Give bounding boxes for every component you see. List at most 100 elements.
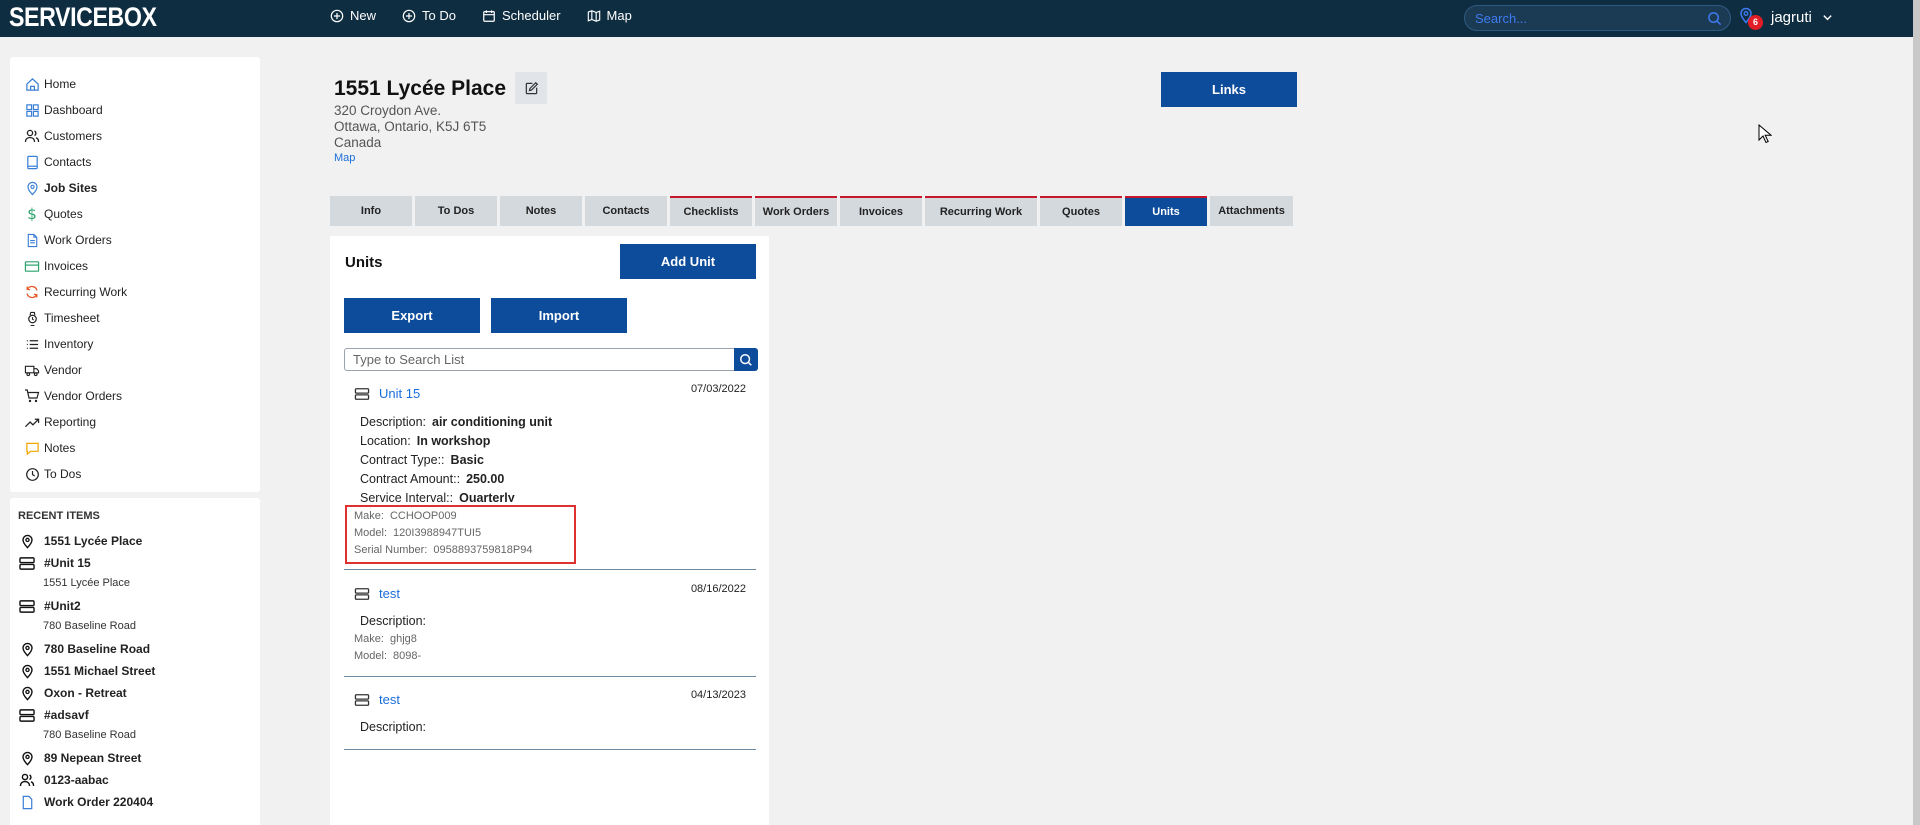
tab-notes[interactable]: Notes [500, 196, 582, 226]
calendar-icon [483, 9, 495, 22]
sidebar-item-dashboard[interactable]: Dashboard [10, 97, 260, 123]
sidebar-item-reporting[interactable]: Reporting [10, 409, 260, 435]
sidebar-item-invoices[interactable]: Invoices [10, 253, 260, 279]
unit-description: Description: [360, 720, 426, 734]
sidebar-item-vendor[interactable]: Vendor [10, 357, 260, 383]
unit-contract-type: Contract Type:: Basic [360, 453, 484, 467]
recent-item-sublabel: 780 Baseline Road [43, 729, 136, 741]
sidebar-item-job-sites[interactable]: Job Sites [10, 175, 260, 201]
field-value: In workshop [416, 434, 491, 448]
sidebar-item-quotes[interactable]: $ Quotes [10, 201, 260, 227]
tab-recurring-work[interactable]: Recurring Work [925, 196, 1037, 226]
scheduler-button[interactable]: Scheduler [482, 8, 561, 23]
unit-date: 08/16/2022 [690, 583, 746, 595]
recent-item[interactable]: 780 Baseline Road [18, 638, 260, 660]
list-icon [24, 336, 40, 352]
list-search-input[interactable] [344, 348, 734, 371]
sidebar-item-todos[interactable]: To Dos [10, 461, 260, 487]
field-label: Contract Amount:: [360, 472, 461, 486]
server-icon [18, 597, 36, 615]
tab-contacts[interactable]: Contacts [585, 196, 667, 226]
recent-item[interactable]: 1551 Michael Street [18, 660, 260, 682]
watch-icon [24, 310, 40, 326]
recent-item[interactable]: #Unit 15 [18, 552, 260, 574]
location-pin-icon [18, 749, 36, 767]
location-pin-icon [18, 532, 36, 550]
sidebar-item-label: Vendor Orders [44, 389, 123, 403]
import-button[interactable]: Import [491, 298, 627, 333]
location-pin-icon [18, 640, 36, 658]
unit-date: 04/13/2023 [690, 689, 746, 701]
top-nav-links: New To Do Scheduler Map [330, 8, 632, 23]
top-navbar: SERVICEBOX New To Do Scheduler Map 6 jag… [0, 0, 1920, 37]
list-search-button[interactable] [734, 348, 758, 371]
user-menu[interactable]: jagruti [1771, 9, 1833, 26]
plus-circle-icon [330, 9, 344, 22]
new-button[interactable]: New [330, 8, 376, 23]
unit-name-link[interactable]: Unit 15 [379, 386, 420, 401]
sidebar-item-label: Reporting [44, 415, 97, 429]
server-icon [354, 387, 370, 400]
todo-button[interactable]: To Do [402, 8, 456, 23]
address-line-1: 320 Croydon Ave. [334, 103, 442, 118]
sidebar-item-inventory[interactable]: Inventory [10, 331, 260, 357]
recent-item-sublabel: 1551 Lycée Place [43, 577, 131, 589]
tab-todos[interactable]: To Dos [415, 196, 497, 226]
users-icon [18, 771, 36, 789]
map-button[interactable]: Map [587, 8, 632, 23]
map-link[interactable]: Map [334, 152, 355, 164]
plus-circle-icon [402, 9, 416, 22]
servicebox-logo[interactable]: SERVICEBOX [9, 2, 157, 33]
sidebar-item-customers[interactable]: Customers [10, 123, 260, 149]
dollar-icon: $ [27, 205, 37, 223]
tab-units[interactable]: Units [1125, 196, 1207, 226]
sidebar-item-notes[interactable]: Notes [10, 435, 260, 461]
recent-item[interactable]: #Unit2 [18, 595, 260, 617]
recent-item[interactable]: 1551 Lycée Place [18, 530, 260, 552]
unit-name-link[interactable]: test [379, 586, 400, 601]
field-value: ghjg8 [389, 633, 417, 645]
tab-quotes[interactable]: Quotes [1040, 196, 1122, 226]
tab-attachments[interactable]: Attachments [1210, 196, 1293, 226]
sidebar-item-timesheet[interactable]: Timesheet [10, 305, 260, 331]
sidebar-item-home[interactable]: Home [10, 71, 260, 97]
field-value: 0958893759818P94 [433, 544, 533, 556]
sidebar-item-work-orders[interactable]: Work Orders [10, 227, 260, 253]
mouse-cursor-icon [1758, 124, 1772, 144]
tab-info[interactable]: Info [330, 196, 412, 226]
recent-item[interactable]: 89 Nepean Street [18, 747, 260, 769]
search-icon[interactable] [1707, 11, 1722, 26]
field-value: 120I3988947TUI5 [393, 527, 482, 539]
unit-model: Model: 120I3988947TUI5 [354, 527, 481, 539]
unit-serial-number: Serial Number: 0958893759818P94 [354, 544, 532, 556]
unit-name-link[interactable]: test [379, 692, 400, 707]
edit-site-button[interactable] [515, 72, 547, 104]
unit-list-item: test 08/16/2022 Description: Make: ghjg8 … [344, 581, 756, 677]
recent-item[interactable]: #adsavf [18, 704, 260, 726]
add-unit-button[interactable]: Add Unit [620, 244, 756, 279]
links-button[interactable]: Links [1161, 72, 1297, 107]
sidebar-item-label: Work Orders [44, 233, 112, 247]
sidebar-item-contacts[interactable]: Contacts [10, 149, 260, 175]
recent-item[interactable]: Oxon - Retreat [18, 682, 260, 704]
sidebar-item-vendor-orders[interactable]: Vendor Orders [10, 383, 260, 409]
sidebar-item-recurring-work[interactable]: Recurring Work [10, 279, 260, 305]
tab-work-orders[interactable]: Work Orders [755, 196, 837, 226]
recent-item-sublabel: 780 Baseline Road [43, 620, 136, 632]
recent-item-label: 1551 Michael Street [44, 664, 156, 678]
global-search-input[interactable] [1465, 6, 1730, 30]
recent-item-label: #adsavf [44, 708, 89, 722]
notifications-button[interactable]: 6 [1738, 7, 1764, 31]
page-scrollbar[interactable] [1913, 0, 1920, 825]
site-address: 320 Croydon Ave. Ottawa, Ontario, K5J 6T… [334, 103, 486, 151]
site-tabs: Info To Dos Notes Contacts Checklists Wo… [330, 196, 1293, 226]
tab-checklists[interactable]: Checklists [670, 196, 752, 226]
unit-location: Location: In workshop [360, 434, 490, 448]
field-label: Contract Type:: [360, 453, 445, 467]
recent-item[interactable]: Work Order 220404 [18, 791, 260, 813]
tab-invoices[interactable]: Invoices [840, 196, 922, 226]
export-button[interactable]: Export [344, 298, 480, 333]
edit-icon [525, 81, 538, 94]
recent-item[interactable]: 0123-aabac [18, 769, 260, 791]
sidebar-item-label: Contacts [44, 155, 92, 169]
